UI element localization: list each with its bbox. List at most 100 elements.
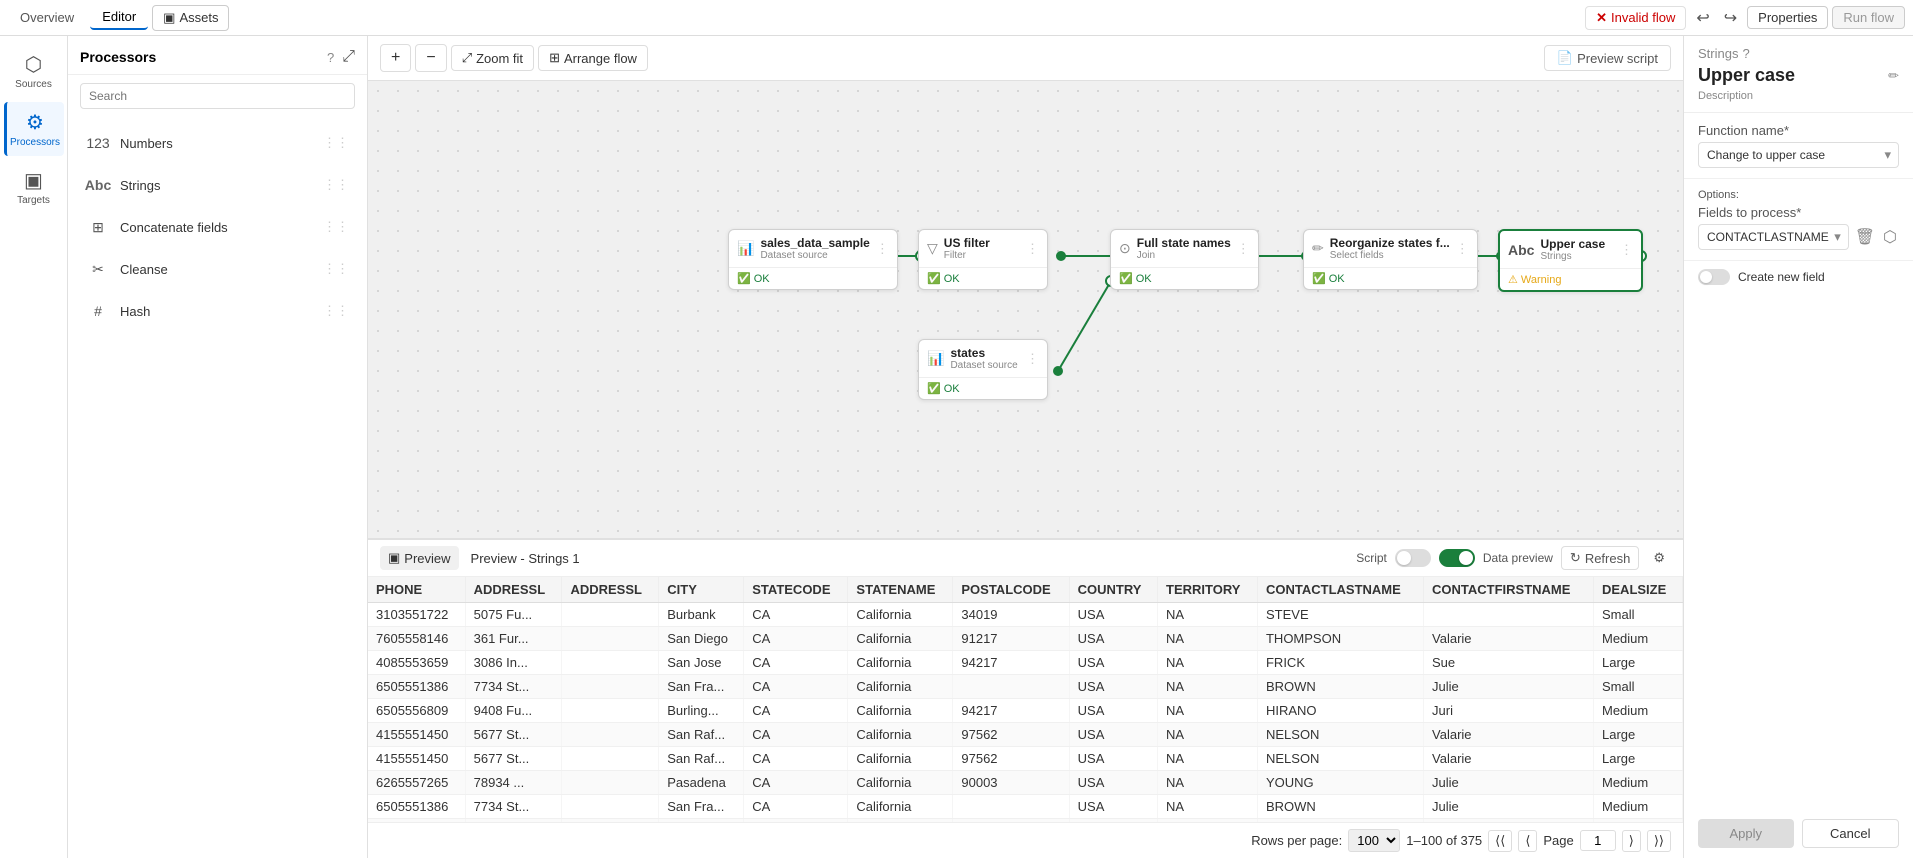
tab-overview[interactable]: Overview <box>8 6 86 29</box>
node-menu-icon[interactable]: ⋮ <box>1237 241 1250 257</box>
table-cell: 6505556809 <box>368 699 465 723</box>
last-page-button[interactable]: ⟩⟩ <box>1647 830 1671 852</box>
preview-section: ▣ Preview Preview - Strings 1 Script Dat… <box>368 538 1683 858</box>
th-territory: TERRITORY <box>1158 577 1258 603</box>
preview-tab[interactable]: ▣ Preview <box>380 546 459 570</box>
processor-hash[interactable]: # Hash ⋮⋮ <box>74 291 361 331</box>
node-us-filter[interactable]: ▽ US filter Filter ⋮ ✅ OK <box>918 229 1048 290</box>
node-sales-data[interactable]: 📊 sales_data_sample Dataset source ⋮ ✅ O… <box>728 229 898 290</box>
processors-icon: ⚙ <box>26 110 44 135</box>
collapse-button[interactable]: ⤢ <box>342 48 355 66</box>
zoom-fit-button[interactable]: ⤢ Zoom fit <box>451 45 534 71</box>
table-cell <box>562 747 659 771</box>
cleanse-drag-handle[interactable]: ⋮⋮ <box>323 261 349 277</box>
numbers-drag-handle[interactable]: ⋮⋮ <box>323 135 349 151</box>
fields-select[interactable]: CONTACTLASTNAME <box>1698 224 1849 250</box>
table-cell: Sue <box>1424 651 1594 675</box>
function-name-select[interactable]: Change to upper case Change to lower cas… <box>1698 142 1899 168</box>
create-new-field-toggle[interactable] <box>1698 269 1730 285</box>
table-cell <box>953 795 1069 819</box>
rows-per-page-select[interactable]: 100 50 25 <box>1348 829 1400 852</box>
first-page-button[interactable]: ⟨⟨ <box>1488 830 1512 852</box>
run-flow-button[interactable]: Run flow <box>1832 6 1905 29</box>
panel-edit-icon[interactable]: ✏ <box>1888 68 1899 84</box>
table-cell: California <box>848 603 953 627</box>
table-cell <box>562 651 659 675</box>
canvas[interactable]: 📊 sales_data_sample Dataset source ⋮ ✅ O… <box>368 81 1683 538</box>
table-cell: San Diego <box>659 627 744 651</box>
node-menu-icon[interactable]: ⋮ <box>1026 351 1039 367</box>
add-field-icon[interactable]: ⬡ <box>1881 225 1899 249</box>
tab-assets[interactable]: ▣ Assets <box>152 5 229 31</box>
next-page-button[interactable]: ⟩ <box>1622 830 1641 852</box>
apply-button[interactable]: Apply <box>1698 819 1794 848</box>
node-reorganize-states[interactable]: ✏ Reorganize states f... Select fields ⋮… <box>1303 229 1478 290</box>
pagination: Rows per page: 100 50 25 1–100 of 375 ⟨⟨… <box>368 822 1683 858</box>
strings-node-icon: Abc <box>1508 242 1534 258</box>
table-cell: 94217 <box>953 699 1069 723</box>
table-cell: 91217 <box>953 627 1069 651</box>
node-menu-icon[interactable]: ⋮ <box>1456 241 1469 257</box>
redo-button[interactable]: ↪ <box>1718 4 1743 32</box>
node-type: Dataset source <box>760 250 869 261</box>
node-status: ✅ OK <box>1304 268 1477 289</box>
processor-cleanse[interactable]: ✂ Cleanse ⋮⋮ <box>74 249 361 289</box>
left-sidebar: ⬡ Sources ⚙ Processors ▣ Targets <box>0 36 68 858</box>
zoom-out-button[interactable]: − <box>415 44 446 72</box>
node-menu-icon[interactable]: ⋮ <box>1620 242 1633 258</box>
table-cell: CA <box>744 651 848 675</box>
node-menu-icon[interactable]: ⋮ <box>1026 241 1039 257</box>
hash-drag-handle[interactable]: ⋮⋮ <box>323 303 349 319</box>
node-header: ⊙ Full state names Join ⋮ <box>1111 230 1258 268</box>
node-upper-case[interactable]: Abc Upper case Strings ⋮ ⚠ Warning <box>1498 229 1643 292</box>
zoom-in-button[interactable]: + <box>380 44 411 72</box>
node-menu-icon[interactable]: ⋮ <box>876 241 889 257</box>
table-cell: Medium <box>1594 795 1683 819</box>
preview-script-button[interactable]: 📄 Preview script <box>1544 45 1671 71</box>
search-input[interactable] <box>80 83 355 109</box>
data-preview-toggle[interactable] <box>1439 549 1475 567</box>
processor-concatenate[interactable]: ⊞ Concatenate fields ⋮⋮ <box>74 207 361 247</box>
table-header: PHONE ADDRESSL ADDRESSL CITY STATECODE S… <box>368 577 1683 603</box>
node-title: Upper case <box>1540 237 1614 251</box>
undo-button[interactable]: ↩ <box>1690 4 1715 32</box>
tab-editor[interactable]: Editor <box>90 5 148 30</box>
node-title: sales_data_sample <box>760 236 869 250</box>
sidebar-item-processors[interactable]: ⚙ Processors <box>4 102 64 156</box>
table-cell: Julie <box>1424 795 1594 819</box>
table-cell: NA <box>1158 699 1258 723</box>
table-row: 41555514505677 St...San Raf...CACaliforn… <box>368 723 1683 747</box>
table-cell: California <box>848 795 953 819</box>
strings-drag-handle[interactable]: ⋮⋮ <box>323 177 349 193</box>
table-cell: 7734 St... <box>465 795 562 819</box>
table-cell: 97562 <box>953 747 1069 771</box>
refresh-button[interactable]: ↻ Refresh <box>1561 546 1639 570</box>
sidebar-item-sources[interactable]: ⬡ Sources <box>4 44 64 98</box>
settings-icon[interactable]: ⚙ <box>1647 547 1671 569</box>
table-cell: 7605558146 <box>368 627 465 651</box>
panel-help-icon[interactable]: ? <box>1742 46 1749 61</box>
concatenate-drag-handle[interactable]: ⋮⋮ <box>323 219 349 235</box>
delete-field-icon[interactable]: 🗑 <box>1853 225 1877 249</box>
table-cell <box>562 675 659 699</box>
prev-page-button[interactable]: ⟨ <box>1518 830 1537 852</box>
table-cell: NA <box>1158 627 1258 651</box>
arrange-flow-button[interactable]: ⊞ Arrange flow <box>538 45 648 71</box>
data-table-wrap[interactable]: PHONE ADDRESSL ADDRESSL CITY STATECODE S… <box>368 577 1683 822</box>
processor-numbers[interactable]: 123 Numbers ⋮⋮ <box>74 123 361 163</box>
table-cell: 5677 St... <box>465 723 562 747</box>
properties-button[interactable]: Properties <box>1747 6 1828 29</box>
sidebar-item-targets[interactable]: ▣ Targets <box>4 160 64 214</box>
node-title: states <box>950 346 1020 360</box>
th-statename: STATENAME <box>848 577 953 603</box>
table-cell: NA <box>1158 603 1258 627</box>
node-full-state-names[interactable]: ⊙ Full state names Join ⋮ ✅ OK <box>1110 229 1259 290</box>
node-states[interactable]: 📊 states Dataset source ⋮ ✅ OK <box>918 339 1048 400</box>
processor-strings[interactable]: Abc Strings ⋮⋮ <box>74 165 361 205</box>
table-cell: CA <box>744 675 848 699</box>
page-input[interactable] <box>1580 830 1616 851</box>
table-cell: BROWN <box>1257 795 1423 819</box>
help-icon[interactable]: ? <box>327 50 334 65</box>
script-toggle[interactable] <box>1395 549 1431 567</box>
cancel-button[interactable]: Cancel <box>1802 819 1900 848</box>
